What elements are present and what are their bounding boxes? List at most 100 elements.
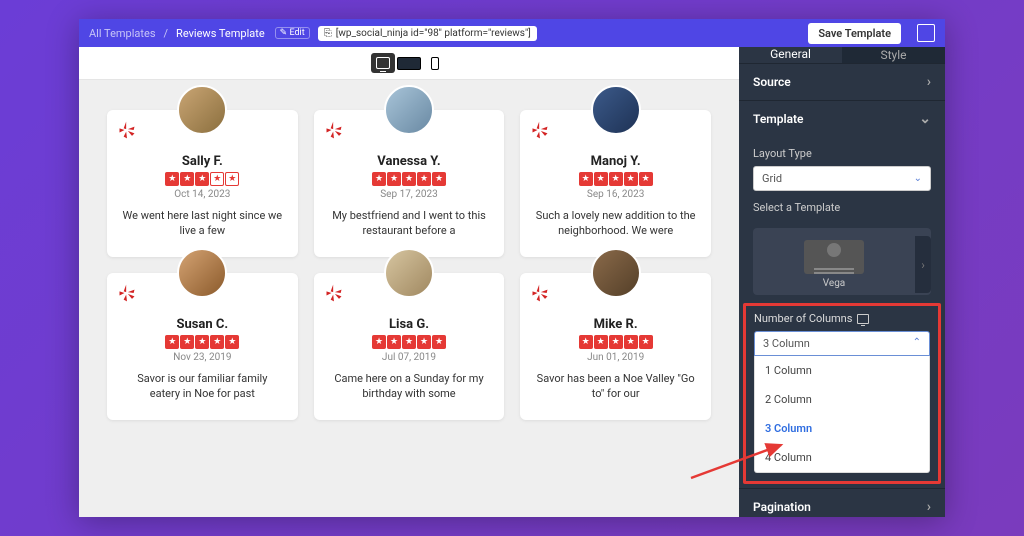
reviewer-name: Vanessa Y.	[328, 154, 491, 169]
yelp-icon	[324, 283, 344, 303]
column-option[interactable]: 4 Column	[755, 443, 929, 472]
star-icon: ★	[609, 172, 623, 186]
star-icon: ★	[195, 172, 209, 186]
review-card: Vanessa Y. ★★★★★ Sep 17, 2023 My bestfriend…	[314, 110, 505, 257]
review-text: Came here on a Sunday for my birthday wi…	[328, 371, 491, 402]
star-rating: ★★★★★	[534, 335, 697, 349]
chevron-right-icon: ›	[927, 499, 931, 515]
tab-style[interactable]: Style	[842, 47, 945, 63]
star-icon: ★	[225, 335, 239, 349]
column-option[interactable]: 3 Column	[755, 414, 929, 443]
columns-section: Number of Columns 3 Column ⌃ 1 Column2 C…	[743, 303, 941, 484]
chevron-down-icon: ⌄	[919, 111, 931, 127]
review-text: My bestfriend and I went to this restaur…	[328, 208, 491, 239]
star-icon: ★	[195, 335, 209, 349]
columns-label: Number of Columns	[754, 312, 930, 325]
template-next-button[interactable]: ›	[915, 236, 931, 293]
save-template-button[interactable]: Save Template	[808, 23, 901, 44]
avatar	[384, 248, 434, 298]
pagination-panel[interactable]: Pagination›	[739, 488, 945, 517]
star-rating: ★★★★★	[534, 172, 697, 186]
device-tablet-button[interactable]	[397, 53, 421, 73]
yelp-icon	[530, 120, 550, 140]
desktop-icon	[857, 314, 869, 324]
avatar	[177, 248, 227, 298]
star-icon: ★	[180, 335, 194, 349]
review-date: Sep 16, 2023	[534, 189, 697, 200]
star-icon: ★	[432, 172, 446, 186]
star-rating: ★★★★★	[121, 335, 284, 349]
star-icon: ★	[624, 335, 638, 349]
settings-sidebar: General Style Source› Template⌄ Layout T…	[739, 47, 945, 517]
chevron-right-icon: ›	[927, 74, 931, 90]
star-icon: ★	[594, 172, 608, 186]
review-date: Nov 23, 2019	[121, 352, 284, 363]
breadcrumb-root[interactable]: All Templates	[89, 27, 156, 40]
columns-select[interactable]: 3 Column ⌃	[754, 331, 930, 356]
device-toolbar	[79, 47, 739, 80]
column-option[interactable]: 2 Column	[755, 385, 929, 414]
template-carousel: Vega ›	[753, 228, 931, 295]
reviewer-name: Lisa G.	[328, 317, 491, 332]
star-rating: ★★★★★	[121, 172, 284, 186]
chevron-down-icon: ⌄	[914, 173, 922, 184]
star-icon: ★	[579, 172, 593, 186]
avatar	[591, 85, 641, 135]
columns-dropdown: 1 Column2 Column3 Column4 Column	[754, 356, 930, 473]
fullscreen-button[interactable]	[917, 24, 935, 42]
reviewer-name: Susan C.	[121, 317, 284, 332]
review-date: Jul 07, 2019	[328, 352, 491, 363]
template-thumbnail	[804, 240, 864, 274]
star-icon: ★	[417, 335, 431, 349]
layout-type-label: Layout Type	[739, 137, 945, 166]
review-card: Susan C.★★★★★Nov 23, 2019Savor is our fa…	[107, 273, 298, 420]
star-icon: ★	[225, 172, 239, 186]
yelp-icon	[324, 120, 344, 140]
star-icon: ★	[417, 172, 431, 186]
device-mobile-button[interactable]	[423, 53, 447, 73]
copy-icon: ⎘	[324, 28, 332, 39]
column-option[interactable]: 1 Column	[755, 356, 929, 385]
layout-type-select[interactable]: Grid⌄	[753, 166, 931, 191]
star-icon: ★	[372, 335, 386, 349]
yelp-icon	[117, 283, 137, 303]
star-icon: ★	[180, 172, 194, 186]
star-rating: ★★★★★	[328, 172, 491, 186]
review-text: Savor is our familiar family eatery in N…	[121, 371, 284, 402]
review-card: Mike R.★★★★★Jun 01, 2019Savor has been a…	[520, 273, 711, 420]
breadcrumb-current: Reviews Template	[176, 27, 265, 40]
template-panel[interactable]: Template⌄	[739, 100, 945, 137]
chevron-up-icon: ⌃	[913, 337, 921, 350]
avatar	[177, 85, 227, 135]
yelp-icon	[530, 283, 550, 303]
review-card: Sally F.★★★★★Oct 14, 2023We went here la…	[107, 110, 298, 257]
preview-pane: Sally F.★★★★★Oct 14, 2023We went here la…	[79, 47, 739, 517]
review-text: Savor has been a Noe Valley "Go to" for …	[534, 371, 697, 402]
review-date: Sep 17, 2023	[328, 189, 491, 200]
yelp-icon	[117, 120, 137, 140]
review-date: Jun 01, 2019	[534, 352, 697, 363]
star-icon: ★	[165, 335, 179, 349]
star-icon: ★	[432, 335, 446, 349]
tab-general[interactable]: General	[739, 47, 842, 63]
star-icon: ★	[402, 172, 416, 186]
star-icon: ★	[165, 172, 179, 186]
star-icon: ★	[609, 335, 623, 349]
reviewer-name: Manoj Y.	[534, 154, 697, 169]
review-date: Oct 14, 2023	[121, 189, 284, 200]
review-card: Lisa G.★★★★★Jul 07, 2019Came here on a S…	[314, 273, 505, 420]
star-icon: ★	[579, 335, 593, 349]
star-icon: ★	[624, 172, 638, 186]
review-text: Such a lovely new addition to the neighb…	[534, 208, 697, 239]
source-panel[interactable]: Source›	[739, 63, 945, 100]
avatar	[384, 85, 434, 135]
star-icon: ★	[387, 335, 401, 349]
device-desktop-button[interactable]	[371, 53, 395, 73]
edit-button[interactable]: ✎ Edit	[275, 27, 310, 39]
template-option[interactable]: Vega	[753, 236, 915, 293]
star-icon: ★	[210, 335, 224, 349]
shortcode-field[interactable]: ⎘ [wp_social_ninja id="98" platform="rev…	[318, 26, 537, 41]
select-template-label: Select a Template	[739, 191, 945, 220]
star-icon: ★	[639, 172, 653, 186]
star-icon: ★	[402, 335, 416, 349]
